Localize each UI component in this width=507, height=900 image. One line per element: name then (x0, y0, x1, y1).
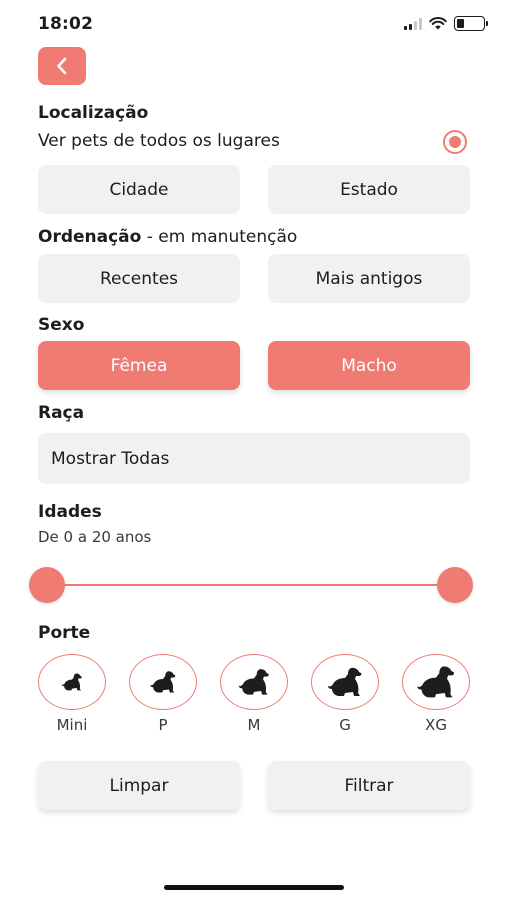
state-button[interactable]: Estado (268, 165, 470, 214)
female-button[interactable]: Fêmea (38, 341, 240, 390)
breed-title: Raça (38, 403, 85, 423)
status-time: 18:02 (38, 14, 94, 34)
dog-icon (61, 673, 82, 691)
age-slider-max-thumb[interactable] (437, 567, 473, 603)
ordering-title-suffix: - em manutenção (141, 227, 298, 247)
ordering-header: Ordenação - em manutenção (38, 227, 297, 247)
ages-title: Idades (38, 502, 102, 522)
sex-title: Sexo (38, 315, 85, 335)
size-label-p: P (158, 716, 168, 734)
dog-icon (417, 666, 455, 698)
clear-button[interactable]: Limpar (38, 761, 240, 810)
size-option-xg[interactable]: XG (402, 654, 470, 734)
size-label-m: M (247, 716, 261, 734)
radio-selected-dot (449, 136, 461, 148)
all-locations-radio[interactable] (443, 130, 467, 154)
size-option-g[interactable]: G (311, 654, 379, 734)
battery-icon (454, 16, 488, 31)
recent-button[interactable]: Recentes (38, 254, 240, 303)
ages-range-text: De 0 a 20 anos (38, 528, 152, 546)
size-option-mini[interactable]: Mini (38, 654, 106, 734)
oldest-button[interactable]: Mais antigos (268, 254, 470, 303)
city-button[interactable]: Cidade (38, 165, 240, 214)
dog-icon (238, 669, 269, 695)
dog-icon (328, 667, 362, 696)
back-button[interactable] (38, 47, 86, 85)
size-label-g: G (339, 716, 351, 734)
wifi-icon (429, 17, 447, 30)
location-subtitle: Ver pets de todos os lugares (38, 131, 280, 151)
size-option-p[interactable]: P (129, 654, 197, 734)
size-label-mini: Mini (56, 716, 88, 734)
status-icons (404, 16, 488, 31)
size-label-xg: XG (425, 716, 447, 734)
chevron-left-icon (57, 57, 67, 75)
size-option-m[interactable]: M (220, 654, 288, 734)
male-button[interactable]: Macho (268, 341, 470, 390)
age-slider-track (46, 584, 456, 586)
breed-select[interactable]: Mostrar Todas (38, 433, 470, 484)
ordering-title: Ordenação (38, 227, 142, 247)
filter-button[interactable]: Filtrar (268, 761, 470, 810)
home-indicator (164, 885, 344, 890)
dog-icon (150, 671, 176, 693)
age-slider-min-thumb[interactable] (29, 567, 65, 603)
location-title: Localização (38, 103, 149, 123)
size-title: Porte (38, 623, 91, 643)
signal-icon (404, 17, 422, 30)
